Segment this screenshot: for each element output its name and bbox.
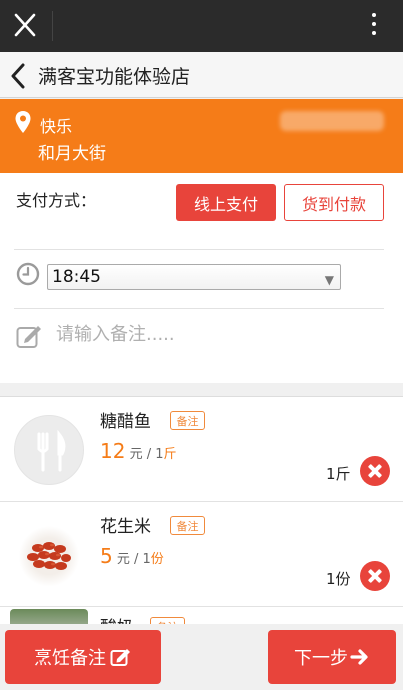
fork-knife-icon (14, 415, 84, 485)
remark-tag[interactable]: 备注 (170, 516, 205, 535)
address-bar[interactable]: 快乐 和月大街 (0, 99, 403, 173)
remark-input[interactable]: 请输入备注..... (56, 320, 175, 346)
chevron-left-icon[interactable] (10, 63, 26, 89)
order-options: 支付方式： 线上支付 货到付款 18:45 ▼ 请输入备注..... (0, 173, 403, 383)
divider (14, 249, 384, 250)
peanuts-photo (14, 520, 84, 590)
delivery-time-select[interactable]: 18:45 ▼ (47, 264, 341, 290)
delivery-time-value: 18:45 (52, 267, 101, 287)
top-bar (0, 0, 403, 52)
price-unit-text: 元 / 1 (116, 552, 151, 567)
price-unit: 斤 (163, 447, 177, 462)
dish-name: 花生米 (100, 517, 151, 537)
quantity: 1斤 (326, 465, 351, 483)
close-icon[interactable] (13, 11, 37, 39)
delete-icon[interactable] (360, 561, 390, 591)
remark-tag[interactable]: 备注 (150, 617, 185, 624)
footer-bar: 烹饪备注 下一步 (0, 624, 403, 690)
next-step-label: 下一步 (294, 648, 348, 669)
dish-price: 5 元 / 1份 (100, 544, 164, 568)
dish-name: 糖醋鱼 (100, 412, 151, 432)
price-unit-text: 元 / 1 (129, 447, 164, 462)
price-value: 12 (100, 439, 126, 463)
price-value: 5 (100, 544, 113, 568)
clock-icon (16, 262, 40, 286)
edit-icon (110, 649, 130, 666)
title-bar: 满客宝功能体验店 (0, 52, 403, 98)
payment-label: 支付方式： (16, 191, 97, 210)
address-name: 快乐 (40, 117, 73, 136)
more-vertical-icon[interactable] (371, 13, 377, 39)
address-street: 和月大街 (38, 144, 106, 164)
list-item: 花生米 备注 5 元 / 1份 1份 (0, 502, 403, 607)
divider (14, 308, 384, 309)
page-title: 满客宝功能体验店 (38, 66, 191, 88)
cooking-remark-label: 烹饪备注 (34, 648, 106, 669)
list-item: 糖醋鱼 备注 12 元 / 1斤 1斤 (0, 397, 403, 502)
dish-photo (10, 609, 88, 624)
online-pay-button[interactable]: 线上支付 (176, 184, 276, 221)
remark-tag[interactable]: 备注 (170, 411, 205, 430)
cart-list: 糖醋鱼 备注 12 元 / 1斤 1斤 花生米 备注 5 元 / 1份 1份 (0, 396, 403, 624)
location-pin-icon (15, 111, 31, 133)
next-step-button[interactable]: 下一步 (268, 630, 396, 684)
arrow-right-icon (350, 649, 368, 665)
cooking-remark-button[interactable]: 烹饪备注 (5, 630, 161, 684)
edit-icon (16, 326, 41, 348)
cash-on-delivery-button[interactable]: 货到付款 (284, 184, 384, 221)
list-item: 酸奶 备注 (0, 607, 403, 624)
address-phone-redacted (280, 111, 384, 131)
divider (52, 11, 53, 41)
delete-icon[interactable] (360, 456, 390, 486)
price-unit: 份 (150, 552, 164, 567)
chevron-down-icon: ▼ (324, 273, 334, 287)
dish-name: 酸奶 (100, 613, 134, 624)
dish-price: 12 元 / 1斤 (100, 439, 177, 463)
quantity: 1份 (326, 570, 351, 588)
